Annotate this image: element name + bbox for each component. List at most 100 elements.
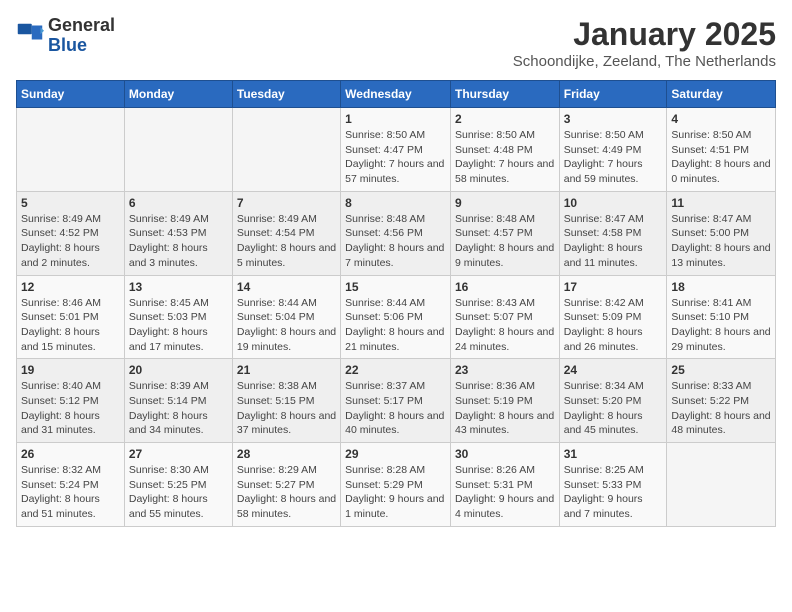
day-info: Sunrise: 8:48 AM Sunset: 4:57 PM Dayligh… <box>455 212 555 271</box>
day-number: 6 <box>129 196 228 210</box>
day-number: 16 <box>455 280 555 294</box>
day-number: 18 <box>671 280 771 294</box>
day-info: Sunrise: 8:28 AM Sunset: 5:29 PM Dayligh… <box>345 463 446 522</box>
logo: General Blue <box>16 16 115 56</box>
day-number: 23 <box>455 363 555 377</box>
logo-blue: Blue <box>48 36 115 56</box>
calendar-cell: 6 Sunrise: 8:49 AM Sunset: 4:53 PM Daylig… <box>124 191 232 275</box>
calendar-cell: 5 Sunrise: 8:49 AM Sunset: 4:52 PM Daylig… <box>17 191 125 275</box>
day-number: 1 <box>345 112 446 126</box>
weekday-header-monday: Monday <box>124 81 232 108</box>
day-info: Sunrise: 8:42 AM Sunset: 5:09 PM Dayligh… <box>564 296 663 355</box>
weekday-header-row: SundayMondayTuesdayWednesdayThursdayFrid… <box>17 81 776 108</box>
day-number: 14 <box>237 280 336 294</box>
calendar-week-row: 5 Sunrise: 8:49 AM Sunset: 4:52 PM Daylig… <box>17 191 776 275</box>
day-info: Sunrise: 8:30 AM Sunset: 5:25 PM Dayligh… <box>129 463 228 522</box>
day-number: 4 <box>671 112 771 126</box>
day-info: Sunrise: 8:29 AM Sunset: 5:27 PM Dayligh… <box>237 463 336 522</box>
day-number: 7 <box>237 196 336 210</box>
day-info: Sunrise: 8:37 AM Sunset: 5:17 PM Dayligh… <box>345 379 446 438</box>
day-info: Sunrise: 8:47 AM Sunset: 5:00 PM Dayligh… <box>671 212 771 271</box>
calendar-cell: 10 Sunrise: 8:47 AM Sunset: 4:58 PM Dayli… <box>559 191 667 275</box>
calendar-cell: 24 Sunrise: 8:34 AM Sunset: 5:20 PM Dayli… <box>559 359 667 443</box>
day-number: 10 <box>564 196 663 210</box>
day-number: 31 <box>564 447 663 461</box>
calendar-cell: 29Sunrise: 8:28 AM Sunset: 5:29 PM Dayli… <box>341 443 451 527</box>
day-number: 5 <box>21 196 120 210</box>
day-number: 17 <box>564 280 663 294</box>
calendar-cell: 12Sunrise: 8:46 AM Sunset: 5:01 PM Dayli… <box>17 275 125 359</box>
calendar-cell: 14 Sunrise: 8:44 AM Sunset: 5:04 PM Dayli… <box>232 275 340 359</box>
calendar-cell: 17 Sunrise: 8:42 AM Sunset: 5:09 PM Dayli… <box>559 275 667 359</box>
calendar-cell: 13 Sunrise: 8:45 AM Sunset: 5:03 PM Dayli… <box>124 275 232 359</box>
day-info: Sunrise: 8:44 AM Sunset: 5:04 PM Dayligh… <box>237 296 336 355</box>
logo-icon <box>16 22 44 50</box>
calendar-header: SundayMondayTuesdayWednesdayThursdayFrid… <box>17 81 776 108</box>
day-number: 19 <box>21 363 120 377</box>
calendar-cell: 8 Sunrise: 8:48 AM Sunset: 4:56 PM Daylig… <box>341 191 451 275</box>
day-info: Sunrise: 8:50 AM Sunset: 4:48 PM Dayligh… <box>455 128 555 187</box>
calendar-cell: 9 Sunrise: 8:48 AM Sunset: 4:57 PM Daylig… <box>450 191 559 275</box>
calendar-cell: 7 Sunrise: 8:49 AM Sunset: 4:54 PM Daylig… <box>232 191 340 275</box>
logo-general: General <box>48 16 115 36</box>
calendar-cell: 23 Sunrise: 8:36 AM Sunset: 5:19 PM Dayli… <box>450 359 559 443</box>
day-number: 13 <box>129 280 228 294</box>
day-info: Sunrise: 8:36 AM Sunset: 5:19 PM Dayligh… <box>455 379 555 438</box>
calendar-cell: 3Sunrise: 8:50 AM Sunset: 4:49 PM Daylig… <box>559 108 667 192</box>
calendar-table: SundayMondayTuesdayWednesdayThursdayFrid… <box>16 80 776 527</box>
weekday-header-saturday: Saturday <box>667 81 776 108</box>
calendar-cell <box>17 108 125 192</box>
day-number: 15 <box>345 280 446 294</box>
day-number: 9 <box>455 196 555 210</box>
calendar-cell: 25Sunrise: 8:33 AM Sunset: 5:22 PM Dayli… <box>667 359 776 443</box>
calendar-week-row: 1Sunrise: 8:50 AM Sunset: 4:47 PM Daylig… <box>17 108 776 192</box>
day-info: Sunrise: 8:34 AM Sunset: 5:20 PM Dayligh… <box>564 379 663 438</box>
day-info: Sunrise: 8:50 AM Sunset: 4:51 PM Dayligh… <box>671 128 771 187</box>
calendar-cell: 11Sunrise: 8:47 AM Sunset: 5:00 PM Dayli… <box>667 191 776 275</box>
day-info: Sunrise: 8:49 AM Sunset: 4:54 PM Dayligh… <box>237 212 336 271</box>
calendar-cell: 4 Sunrise: 8:50 AM Sunset: 4:51 PM Daylig… <box>667 108 776 192</box>
calendar-cell <box>667 443 776 527</box>
title-block: January 2025 Schoondijke, Zeeland, The N… <box>513 16 776 70</box>
day-info: Sunrise: 8:48 AM Sunset: 4:56 PM Dayligh… <box>345 212 446 271</box>
weekday-header-thursday: Thursday <box>450 81 559 108</box>
calendar-week-row: 26 Sunrise: 8:32 AM Sunset: 5:24 PM Dayli… <box>17 443 776 527</box>
calendar-cell: 21Sunrise: 8:38 AM Sunset: 5:15 PM Dayli… <box>232 359 340 443</box>
day-number: 27 <box>129 447 228 461</box>
page-header: General Blue January 2025 Schoondijke, Z… <box>16 16 776 70</box>
calendar-cell: 31 Sunrise: 8:25 AM Sunset: 5:33 PM Dayli… <box>559 443 667 527</box>
day-info: Sunrise: 8:44 AM Sunset: 5:06 PM Dayligh… <box>345 296 446 355</box>
calendar-body: 1Sunrise: 8:50 AM Sunset: 4:47 PM Daylig… <box>17 108 776 527</box>
day-number: 12 <box>21 280 120 294</box>
calendar-cell: 27 Sunrise: 8:30 AM Sunset: 5:25 PM Dayli… <box>124 443 232 527</box>
day-info: Sunrise: 8:41 AM Sunset: 5:10 PM Dayligh… <box>671 296 771 355</box>
day-info: Sunrise: 8:45 AM Sunset: 5:03 PM Dayligh… <box>129 296 228 355</box>
day-info: Sunrise: 8:32 AM Sunset: 5:24 PM Dayligh… <box>21 463 120 522</box>
calendar-cell: 28Sunrise: 8:29 AM Sunset: 5:27 PM Dayli… <box>232 443 340 527</box>
day-number: 26 <box>21 447 120 461</box>
day-number: 22 <box>345 363 446 377</box>
logo-text: General Blue <box>48 16 115 56</box>
day-number: 3 <box>564 112 663 126</box>
calendar-week-row: 19Sunrise: 8:40 AM Sunset: 5:12 PM Dayli… <box>17 359 776 443</box>
calendar-cell: 1Sunrise: 8:50 AM Sunset: 4:47 PM Daylig… <box>341 108 451 192</box>
day-info: Sunrise: 8:47 AM Sunset: 4:58 PM Dayligh… <box>564 212 663 271</box>
day-info: Sunrise: 8:43 AM Sunset: 5:07 PM Dayligh… <box>455 296 555 355</box>
day-info: Sunrise: 8:49 AM Sunset: 4:52 PM Dayligh… <box>21 212 120 271</box>
day-number: 8 <box>345 196 446 210</box>
day-number: 21 <box>237 363 336 377</box>
day-info: Sunrise: 8:25 AM Sunset: 5:33 PM Dayligh… <box>564 463 663 522</box>
calendar-cell: 26 Sunrise: 8:32 AM Sunset: 5:24 PM Dayli… <box>17 443 125 527</box>
calendar-cell <box>124 108 232 192</box>
calendar-week-row: 12Sunrise: 8:46 AM Sunset: 5:01 PM Dayli… <box>17 275 776 359</box>
weekday-header-sunday: Sunday <box>17 81 125 108</box>
day-info: Sunrise: 8:49 AM Sunset: 4:53 PM Dayligh… <box>129 212 228 271</box>
day-number: 24 <box>564 363 663 377</box>
day-number: 20 <box>129 363 228 377</box>
calendar-subtitle: Schoondijke, Zeeland, The Netherlands <box>513 53 776 70</box>
calendar-cell: 16 Sunrise: 8:43 AM Sunset: 5:07 PM Dayli… <box>450 275 559 359</box>
day-number: 30 <box>455 447 555 461</box>
calendar-cell: 20Sunrise: 8:39 AM Sunset: 5:14 PM Dayli… <box>124 359 232 443</box>
calendar-cell <box>232 108 340 192</box>
calendar-cell: 15 Sunrise: 8:44 AM Sunset: 5:06 PM Dayli… <box>341 275 451 359</box>
